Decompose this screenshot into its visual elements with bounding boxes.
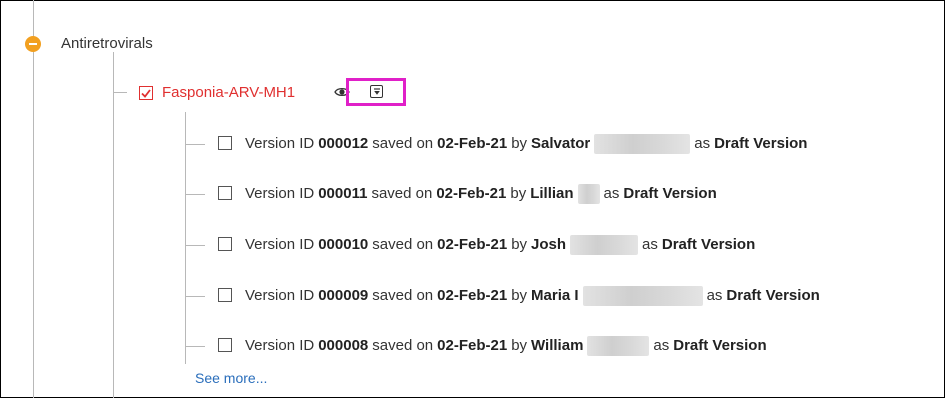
version-id: 000011 bbox=[318, 185, 368, 202]
version-checkbox[interactable] bbox=[218, 237, 232, 251]
version-text: Version ID 000012 saved on 02-Feb-21 by … bbox=[245, 133, 807, 155]
version-status: Draft Version bbox=[623, 185, 717, 202]
version-checkbox[interactable] bbox=[218, 186, 232, 200]
version-text: Version ID 000010 saved on 02-Feb-21 by … bbox=[245, 234, 755, 256]
version-user: Salvator bbox=[531, 135, 591, 152]
version-id: 000010 bbox=[318, 236, 369, 253]
version-id: 000012 bbox=[318, 135, 369, 152]
version-id: 000008 bbox=[318, 337, 369, 354]
version-text: Version ID 000008 saved on 02-Feb-21 by … bbox=[245, 335, 767, 357]
version-date: 02-Feb-21 bbox=[436, 185, 507, 202]
version-date: 02-Feb-21 bbox=[437, 135, 508, 152]
version-checkbox[interactable] bbox=[218, 136, 232, 150]
redacted-name bbox=[577, 184, 600, 204]
version-date: 02-Feb-21 bbox=[437, 287, 508, 304]
version-text: Version ID 000011 saved on 02-Feb-21 by … bbox=[245, 183, 717, 205]
arrow-down-icon bbox=[373, 87, 380, 95]
redacted-name bbox=[570, 235, 639, 255]
version-user: Maria I bbox=[531, 287, 579, 304]
collapse-icon[interactable] bbox=[25, 36, 41, 52]
version-status: Draft Version bbox=[726, 287, 820, 304]
version-status: Draft Version bbox=[673, 337, 767, 354]
version-text: Version ID 000009 saved on 02-Feb-21 by … bbox=[245, 285, 820, 307]
version-user: Lillian bbox=[530, 185, 574, 202]
version-row: Version ID 000008 saved on 02-Feb-21 by … bbox=[0, 335, 945, 359]
version-checkbox[interactable] bbox=[218, 288, 232, 302]
version-status: Draft Version bbox=[661, 236, 756, 253]
redacted-name bbox=[594, 134, 691, 154]
group-label[interactable]: Antiretrovirals bbox=[61, 34, 153, 54]
version-row: Version ID 000012 saved on 02-Feb-21 by … bbox=[0, 133, 945, 157]
download-icon[interactable] bbox=[370, 85, 383, 98]
version-id: 000009 bbox=[318, 287, 369, 304]
version-date: 02-Feb-21 bbox=[437, 337, 508, 354]
redacted-name bbox=[582, 286, 703, 306]
version-checkbox[interactable] bbox=[218, 338, 232, 352]
version-date: 02-Feb-21 bbox=[437, 236, 508, 253]
minus-icon bbox=[29, 43, 37, 45]
version-row: Version ID 000010 saved on 02-Feb-21 by … bbox=[0, 234, 945, 258]
version-row: Version ID 000009 saved on 02-Feb-21 by … bbox=[0, 285, 945, 309]
product-label[interactable]: Fasponia-ARV-MH1 bbox=[162, 83, 295, 103]
redacted-name bbox=[587, 336, 650, 356]
version-row: Version ID 000011 saved on 02-Feb-21 by … bbox=[0, 183, 945, 207]
version-user: Josh bbox=[531, 236, 567, 253]
product-checkbox[interactable] bbox=[139, 86, 153, 100]
tree-branch-product bbox=[113, 92, 127, 93]
version-status: Draft Version bbox=[714, 135, 808, 152]
see-more-link[interactable]: See more... bbox=[195, 368, 267, 388]
version-user: William bbox=[531, 337, 584, 354]
checkmark-icon bbox=[141, 88, 151, 98]
